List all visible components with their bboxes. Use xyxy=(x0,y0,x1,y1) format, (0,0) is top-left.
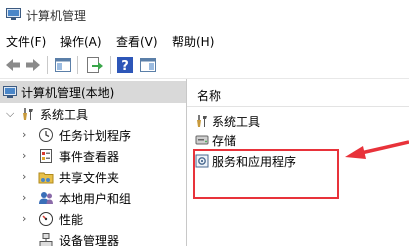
column-header-name[interactable]: 名称 xyxy=(197,87,221,104)
help-icon[interactable]: ? xyxy=(115,55,135,75)
tools-icon xyxy=(197,115,207,127)
list-item-label: 系统工具 xyxy=(212,115,261,129)
chevron-right-icon[interactable]: › xyxy=(22,170,26,183)
users-icon xyxy=(39,192,53,204)
tree-item-local-users-groups[interactable]: › 本地用户和组 xyxy=(0,187,186,209)
action-pane-icon[interactable] xyxy=(138,55,158,75)
tools-icon xyxy=(23,108,33,120)
tree-label: 性能 xyxy=(59,213,84,227)
toolbar: ? xyxy=(0,52,409,79)
window-title: 计算机管理 xyxy=(26,9,87,23)
performance-icon xyxy=(39,212,53,226)
tree-label: 计算机管理(本地) xyxy=(21,86,115,100)
forward-icon[interactable] xyxy=(23,55,43,75)
computer-management-icon xyxy=(3,86,17,98)
list-item-label: 存储 xyxy=(212,134,237,148)
chevron-right-icon[interactable]: › xyxy=(22,191,26,204)
annotation-highlight-box xyxy=(193,149,339,199)
chevron-right-icon[interactable]: › xyxy=(22,212,26,225)
title-bar: 计算机管理 xyxy=(0,0,409,30)
tree-item-computer-management[interactable]: 计算机管理(本地) xyxy=(0,81,186,103)
menu-file[interactable]: 文件(F) xyxy=(6,33,46,50)
back-icon[interactable] xyxy=(3,55,23,75)
console-tree-icon[interactable] xyxy=(53,55,73,75)
tree-label: 本地用户和组 xyxy=(59,192,132,206)
menu-action[interactable]: 操作(A) xyxy=(60,33,102,50)
tree-item-task-scheduler[interactable]: › 任务计划程序 xyxy=(0,124,186,146)
export-list-icon[interactable] xyxy=(84,55,104,75)
tree-item-device-manager[interactable]: 设备管理器 xyxy=(0,229,186,246)
tree-item-system-tools[interactable]: ⌵ 系统工具 xyxy=(0,103,186,125)
tree-label: 系统工具 xyxy=(40,108,89,122)
chevron-right-icon[interactable]: › xyxy=(22,128,26,141)
tree-label: 任务计划程序 xyxy=(59,129,132,143)
toolbar-separator xyxy=(47,56,48,74)
shared-folder-icon xyxy=(38,172,54,184)
tree-label: 共享文件夹 xyxy=(59,171,120,185)
menu-help[interactable]: 帮助(H) xyxy=(172,33,214,50)
storage-icon xyxy=(195,135,209,145)
tree-label: 事件查看器 xyxy=(59,150,120,164)
chevron-down-icon[interactable]: ⌵ xyxy=(6,107,14,121)
event-viewer-icon xyxy=(40,149,52,163)
header-divider xyxy=(187,106,409,107)
device-manager-icon xyxy=(39,233,53,246)
tree-item-performance[interactable]: › 性能 xyxy=(0,208,186,230)
clock-icon xyxy=(39,128,53,142)
tree-item-shared-folders[interactable]: › 共享文件夹 xyxy=(0,166,186,188)
toolbar-separator xyxy=(110,56,111,74)
toolbar-separator xyxy=(77,56,78,74)
menu-view[interactable]: 查看(V) xyxy=(116,33,158,50)
svg-text:?: ? xyxy=(121,59,129,74)
console-tree: 计算机管理(本地) ⌵ 系统工具 › 任务计划程序 › 事件查看器 › 共享文件… xyxy=(0,79,187,246)
annotation-arrow-icon xyxy=(345,140,409,159)
tree-item-event-viewer[interactable]: › 事件查看器 xyxy=(0,145,186,167)
computer-management-icon xyxy=(6,8,21,20)
chevron-right-icon[interactable]: › xyxy=(22,149,26,162)
tree-label: 设备管理器 xyxy=(59,234,120,246)
menu-bar: 文件(F) 操作(A) 查看(V) 帮助(H) xyxy=(0,30,409,51)
